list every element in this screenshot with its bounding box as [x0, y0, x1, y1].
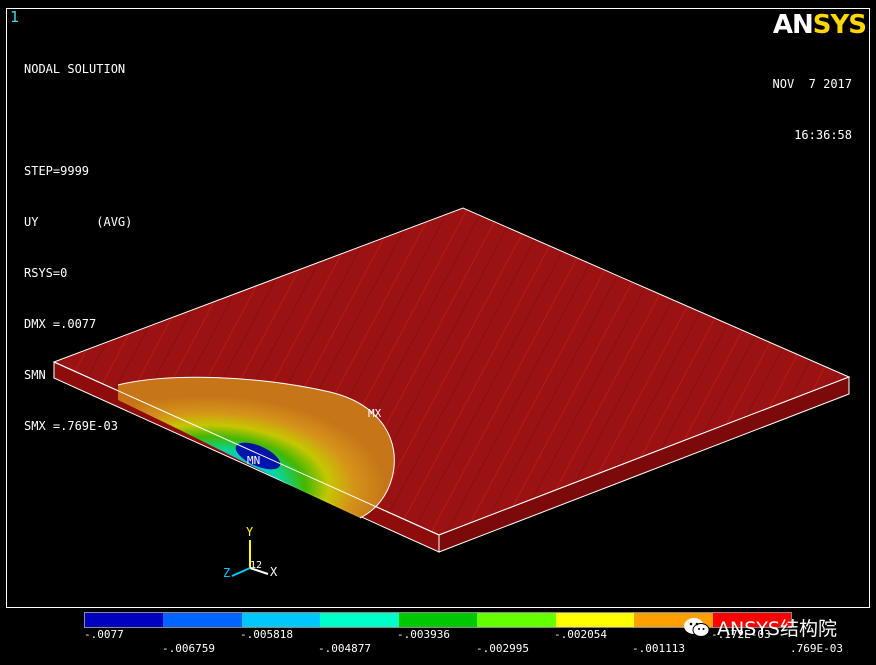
legend-label-bottom-2: -.002995 — [476, 642, 529, 655]
legend-label-top-1: -.005818 — [240, 628, 293, 641]
legend-swatch-4 — [398, 613, 478, 627]
legend-swatch-3 — [320, 613, 399, 627]
wechat-icon — [684, 618, 710, 637]
triad-y-label: Y — [246, 525, 254, 539]
triad-node-label: 12 — [250, 560, 262, 571]
legend-swatch-0 — [85, 613, 164, 627]
legend-label-bottom-1: -.004877 — [318, 642, 371, 655]
plate-top-face — [52, 207, 851, 536]
legend-label-bottom-4: .769E-03 — [790, 642, 843, 655]
legend-swatch-5 — [477, 613, 556, 627]
legend-swatch-6 — [555, 613, 635, 627]
triad-z-label: Z — [223, 566, 230, 580]
label-mn: MN — [247, 454, 260, 467]
legend-label-top-2: -.003936 — [397, 628, 450, 641]
coordinate-triad: Y X Z 12 — [223, 525, 278, 580]
watermark: ANSYS结构院 — [683, 612, 837, 642]
legend-label-top-3: -.002054 — [554, 628, 607, 641]
legend-swatch-1 — [163, 613, 242, 627]
legend-label-bottom-3: -.001113 — [632, 642, 685, 655]
graphics-viewport[interactable]: 1 NODAL SOLUTION STEP=9999 UY (AVG) RSYS… — [0, 0, 876, 665]
contour-plot: MX MN Y X Z 12 — [52, 207, 851, 580]
legend-label-top-0: -.0077 — [84, 628, 124, 641]
watermark-text: ANSYS结构院 — [717, 617, 837, 640]
triad-x-label: X — [270, 565, 278, 579]
label-mx: MX — [368, 407, 382, 420]
legend-swatch-2 — [241, 613, 321, 627]
legend-label-bottom-0: -.006759 — [162, 642, 215, 655]
